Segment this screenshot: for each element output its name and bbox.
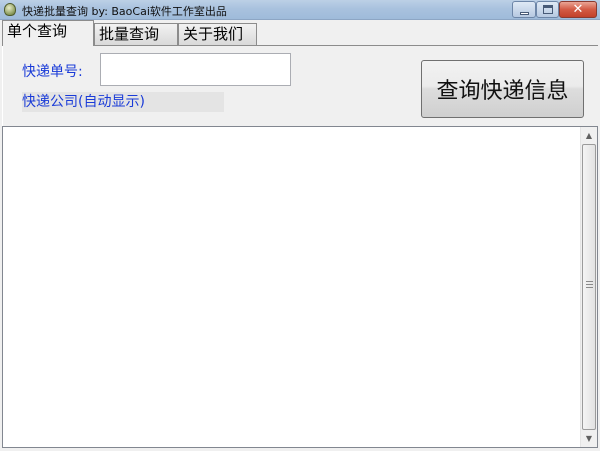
tracking-number-label: 快递单号: xyxy=(22,64,83,80)
tab-strip: 单个查询 批量查询 关于我们 xyxy=(0,20,600,46)
close-icon: ✕ xyxy=(572,2,584,17)
window-title: 快递批量查询 by: BaoCai软件工作室出品 xyxy=(22,5,227,18)
grip-icon xyxy=(586,281,593,288)
tab-batch-query[interactable]: 批量查询 xyxy=(94,23,178,45)
title-bar: 快递批量查询 by: BaoCai软件工作室出品 ✕ xyxy=(0,0,600,20)
tracking-number-input[interactable] xyxy=(100,53,291,86)
scroll-up-icon[interactable]: ▲ xyxy=(581,127,597,144)
courier-company-label: 快递公司(自动显示) xyxy=(22,92,224,112)
app-icon xyxy=(4,3,16,16)
close-button[interactable]: ✕ xyxy=(559,1,597,18)
query-button[interactable]: 查询快递信息 xyxy=(421,60,584,118)
scroll-down-icon[interactable]: ▼ xyxy=(581,430,597,447)
scroll-thumb[interactable] xyxy=(582,144,596,430)
minimize-button[interactable] xyxy=(512,1,536,18)
minimize-icon xyxy=(520,12,529,15)
tab-about-us[interactable]: 关于我们 xyxy=(178,23,257,45)
tab-single-query[interactable]: 单个查询 xyxy=(2,20,94,46)
maximize-icon xyxy=(543,5,553,14)
maximize-button[interactable] xyxy=(536,1,559,18)
result-textarea[interactable]: ▲ ▼ xyxy=(2,126,598,448)
vertical-scrollbar[interactable]: ▲ ▼ xyxy=(580,127,597,447)
